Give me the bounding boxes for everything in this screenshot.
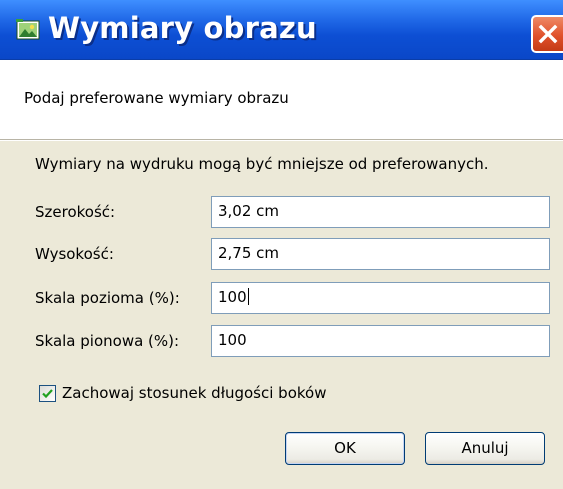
close-button[interactable] [531, 15, 563, 53]
vertical-scale-field[interactable]: 100 [211, 325, 550, 357]
horizontal-scale-field[interactable]: 100 [211, 282, 550, 314]
image-icon [14, 16, 42, 44]
keep-ratio-checkbox[interactable] [39, 385, 56, 402]
horizontal-scale-label: Skala pozioma (%): [35, 289, 180, 307]
vertical-scale-label: Skala pionowa (%): [35, 332, 180, 350]
horizontal-scale-value: 100 [218, 288, 247, 306]
dialog-body: Podaj preferowane wymiary obrazu Wymiary… [0, 60, 563, 489]
height-label: Wysokość: [35, 245, 114, 263]
width-value: 3,02 cm [218, 202, 280, 220]
height-field[interactable]: 2,75 cm [211, 238, 550, 270]
vertical-scale-value: 100 [218, 331, 247, 349]
cancel-button[interactable]: Anuluj [425, 432, 545, 465]
text-caret [247, 288, 249, 305]
height-value: 2,75 cm [218, 244, 280, 262]
width-field[interactable]: 3,02 cm [211, 196, 550, 228]
title-bar[interactable]: Wymiary obrazu [0, 0, 563, 60]
info-text: Wymiary na wydruku mogą być mniejsze od … [35, 155, 489, 173]
dialog-window: Wymiary obrazu Podaj preferowane wymiary… [0, 0, 563, 489]
width-label: Szerokość: [35, 203, 116, 221]
header-divider [0, 140, 563, 141]
dialog-subtitle: Podaj preferowane wymiary obrazu [24, 89, 289, 107]
ok-button[interactable]: OK [285, 432, 405, 465]
keep-ratio-label[interactable]: Zachowaj stosunek długości boków [62, 384, 326, 402]
window-title: Wymiary obrazu [48, 11, 317, 45]
header-panel: Podaj preferowane wymiary obrazu [0, 60, 563, 140]
